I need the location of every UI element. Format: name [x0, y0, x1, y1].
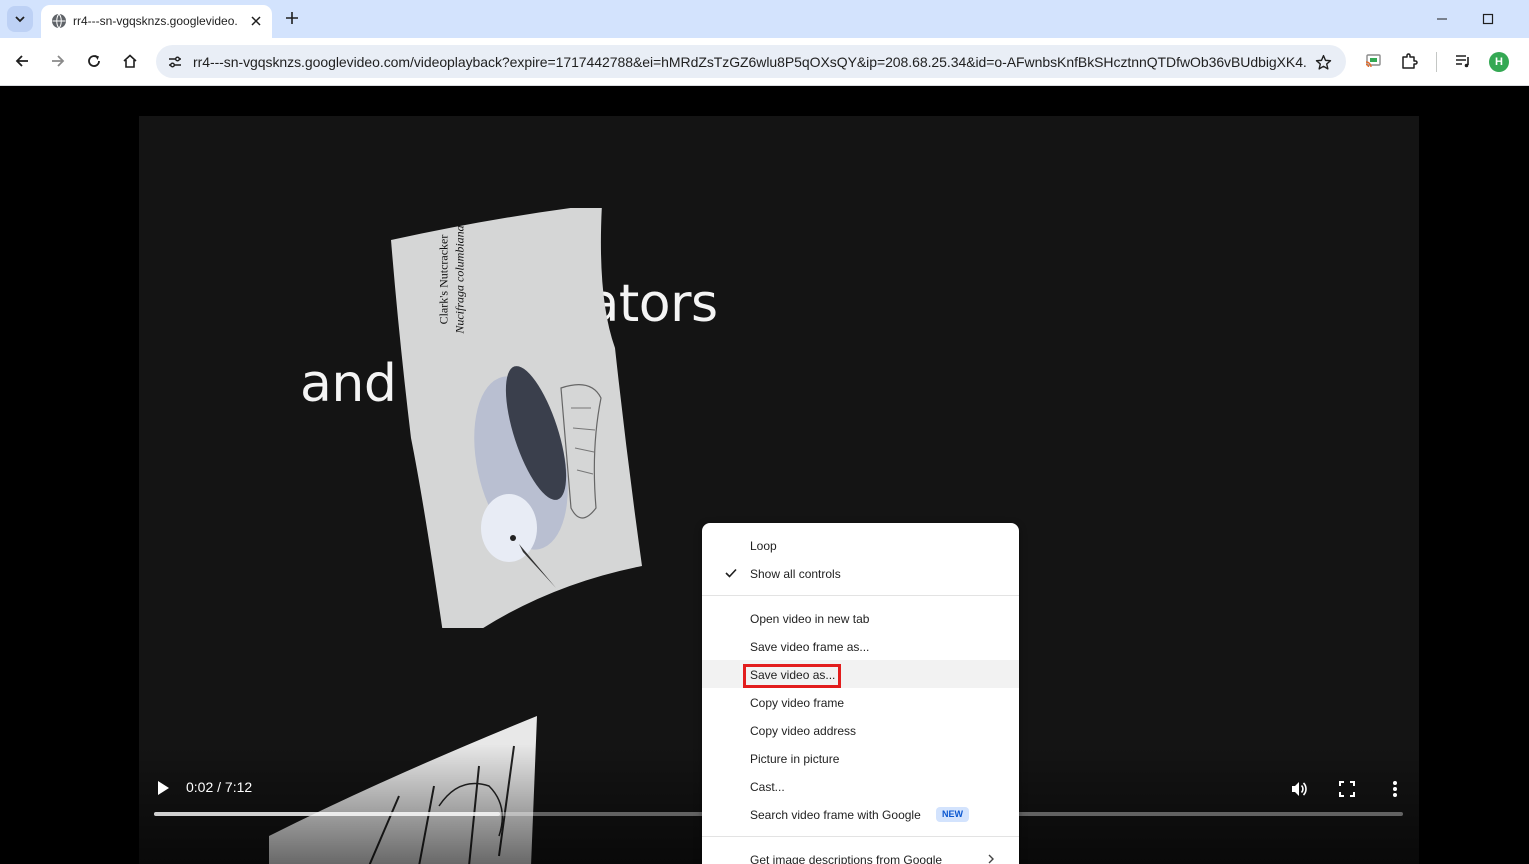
- card-caption: Clark's Nutcracker Nucifraga columbiana: [425, 225, 469, 352]
- menu-item-image-descriptions[interactable]: Get image descriptions from Google: [702, 845, 1019, 864]
- maximize-button[interactable]: [1465, 4, 1511, 34]
- puzzle-icon: [1402, 53, 1418, 69]
- chevron-down-icon: [15, 16, 25, 23]
- tab-search-button[interactable]: [7, 6, 33, 32]
- plus-icon: [286, 12, 298, 24]
- menu-item-label: Loop: [750, 539, 777, 553]
- bookmark-button[interactable]: [1311, 50, 1335, 74]
- volume-icon: [1292, 782, 1307, 796]
- new-tab-button[interactable]: [281, 7, 303, 29]
- globe-icon: [52, 13, 66, 29]
- menu-item-label: Save video as...: [750, 668, 836, 682]
- fullscreen-icon: [1339, 781, 1355, 797]
- extensions-button[interactable]: [1394, 46, 1424, 76]
- menu-item-picture-in-picture[interactable]: Picture in picture: [702, 744, 1019, 772]
- url-text[interactable]: rr4---sn-vgqsknzs.googlevideo.com/videop…: [193, 54, 1308, 70]
- close-icon: [251, 16, 261, 26]
- menu-item-open-video-new-tab[interactable]: Open video in new tab: [702, 604, 1019, 632]
- play-button[interactable]: [151, 776, 175, 800]
- menu-item-copy-video-frame[interactable]: Copy video frame: [702, 688, 1019, 716]
- video-time: 0:02 / 7:12: [186, 779, 253, 795]
- minimize-icon: [1437, 18, 1447, 20]
- menu-item-loop[interactable]: Loop: [702, 531, 1019, 559]
- home-icon: [123, 54, 137, 68]
- card-title: Clark's Nutcracker: [436, 234, 451, 325]
- fullscreen-button[interactable]: [1334, 776, 1360, 802]
- menu-separator: [702, 595, 1019, 596]
- play-icon: [158, 781, 169, 795]
- cast-icon: [1365, 54, 1381, 68]
- media-controls-button[interactable]: [1448, 46, 1478, 76]
- menu-item-label: Copy video frame: [750, 696, 845, 710]
- star-icon: [1315, 54, 1331, 70]
- progress-buffered: [154, 812, 500, 816]
- cast-button[interactable]: [1358, 46, 1388, 76]
- arrow-left-icon: [15, 55, 28, 67]
- frame-text-line2: and: [300, 354, 397, 414]
- toolbar-separator: [1436, 52, 1437, 72]
- new-badge: NEW: [936, 807, 969, 822]
- more-vert-icon: [1393, 781, 1397, 797]
- back-button[interactable]: [7, 46, 37, 76]
- menu-item-label: Show all controls: [750, 567, 841, 581]
- reload-button[interactable]: [79, 46, 109, 76]
- bird-card-image: Clark's Nutcracker Nucifraga columbiana: [391, 204, 642, 654]
- tune-icon: [168, 56, 181, 67]
- menu-separator: [702, 836, 1019, 837]
- menu-item-label: Open video in new tab: [750, 612, 870, 626]
- menu-item-copy-video-address[interactable]: Copy video address: [702, 716, 1019, 744]
- more-options-button[interactable]: [1382, 776, 1408, 802]
- chevron-right-icon: [988, 854, 994, 864]
- menu-item-save-video-frame[interactable]: Save video frame as...: [702, 632, 1019, 660]
- queue-music-icon: [1456, 55, 1469, 68]
- menu-item-label: Get image descriptions from Google: [750, 853, 943, 864]
- tab-active[interactable]: rr4---sn-vgqsknzs.googlevideo.: [41, 5, 272, 38]
- menu-item-label: Picture in picture: [750, 752, 840, 766]
- arrow-right-icon: [52, 55, 65, 67]
- maximize-icon: [1482, 13, 1494, 25]
- address-bar[interactable]: rr4---sn-vgqsknzs.googlevideo.com/videop…: [156, 45, 1346, 78]
- mute-button[interactable]: [1286, 776, 1312, 802]
- home-button[interactable]: [115, 46, 145, 76]
- menu-item-show-all-controls[interactable]: Show all controls: [702, 559, 1019, 587]
- menu-item-search-video-frame[interactable]: Search video frame with Google NEW: [702, 800, 1019, 828]
- minimize-button[interactable]: [1419, 4, 1465, 34]
- menu-item-label: Copy video address: [750, 724, 857, 738]
- site-info-button[interactable]: [162, 49, 187, 74]
- tab-close-button[interactable]: [247, 12, 265, 30]
- forward-button[interactable]: [43, 46, 73, 76]
- reload-icon: [88, 55, 100, 67]
- tab-title: rr4---sn-vgqsknzs.googlevideo.: [73, 14, 238, 28]
- context-menu: Loop Show all controls Open video in new…: [702, 523, 1019, 864]
- menu-item-save-video-as[interactable]: Save video as...: [702, 660, 1019, 688]
- tab-strip: rr4---sn-vgqsknzs.googlevideo.: [0, 0, 1529, 38]
- profile-avatar[interactable]: H: [1489, 52, 1509, 72]
- menu-item-label: Cast...: [750, 780, 785, 794]
- card-subtitle: Nucifraga columbiana: [452, 225, 467, 334]
- browser-toolbar: rr4---sn-vgqsknzs.googlevideo.com/videop…: [0, 38, 1529, 86]
- menu-item-label: Search video frame with Google: [750, 808, 921, 822]
- checkmark-icon: [725, 568, 737, 578]
- menu-item-cast[interactable]: Cast...: [702, 772, 1019, 800]
- menu-item-label: Save video frame as...: [750, 640, 870, 654]
